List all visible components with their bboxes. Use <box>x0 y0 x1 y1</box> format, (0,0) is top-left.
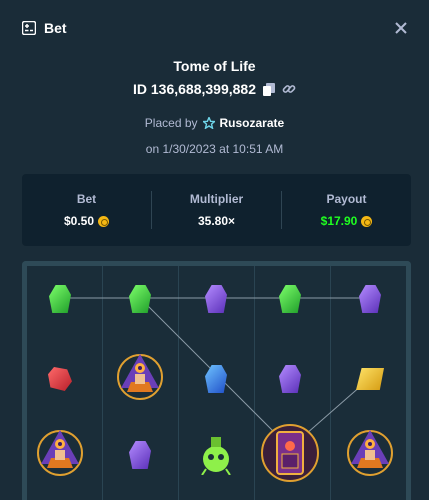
close-icon[interactable] <box>391 18 411 38</box>
potion-symbol <box>185 424 247 486</box>
modal-header: Bet <box>0 0 429 56</box>
purple-gem <box>109 424 171 486</box>
multiplier-label: Multiplier <box>189 192 244 206</box>
payout-value-row: $17.90 <box>321 214 373 228</box>
coin-icon <box>361 215 373 227</box>
yellow-gem <box>339 348 401 410</box>
tome-scatter-symbol <box>259 423 321 486</box>
green-gem <box>109 268 171 330</box>
copy-icon[interactable] <box>262 82 276 96</box>
wizard-symbol <box>339 424 401 486</box>
bet-id: ID 136,688,399,882 <box>133 81 256 97</box>
bet-id-row: ID 136,688,399,882 <box>0 81 429 97</box>
bet-value-row: $0.50 <box>63 214 110 228</box>
multiplier-value: 35.80× <box>197 214 236 228</box>
payout-value: $17.90 <box>320 214 358 228</box>
slot-grid <box>27 266 406 500</box>
bet-slip-icon <box>22 21 36 35</box>
placed-by-label: Placed by <box>144 116 198 130</box>
green-gem <box>29 268 91 330</box>
vip-star-icon <box>202 116 216 130</box>
placed-by: Placed by Rusozarate <box>0 116 429 130</box>
bet-date: on 1/30/2023 at 10:51 AM <box>145 142 284 156</box>
modal-title: Bet <box>44 20 67 36</box>
payout-label: Payout <box>326 192 367 206</box>
game-title[interactable]: Tome of Life <box>0 58 429 74</box>
purple-gem <box>339 268 401 330</box>
bet-stats: Bet $0.50 Multiplier 35.80× Payout $17.9… <box>22 174 411 246</box>
link-icon[interactable] <box>282 82 296 96</box>
username[interactable]: Rusozarate <box>220 116 285 130</box>
purple-gem <box>259 348 321 410</box>
slot-board <box>22 261 411 500</box>
blue-gem <box>185 348 247 410</box>
green-gem <box>259 268 321 330</box>
stat-bet: Bet $0.50 <box>22 192 151 228</box>
bet-label: Bet <box>76 192 97 206</box>
purple-gem <box>185 268 247 330</box>
red-gem <box>29 348 91 410</box>
stat-multiplier: Multiplier 35.80× <box>152 192 281 228</box>
stat-payout: Payout $17.90 <box>282 192 411 228</box>
wizard-symbol <box>29 424 91 486</box>
bet-value: $0.50 <box>63 214 95 228</box>
coin-icon <box>98 215 110 227</box>
wizard-symbol <box>109 348 171 410</box>
